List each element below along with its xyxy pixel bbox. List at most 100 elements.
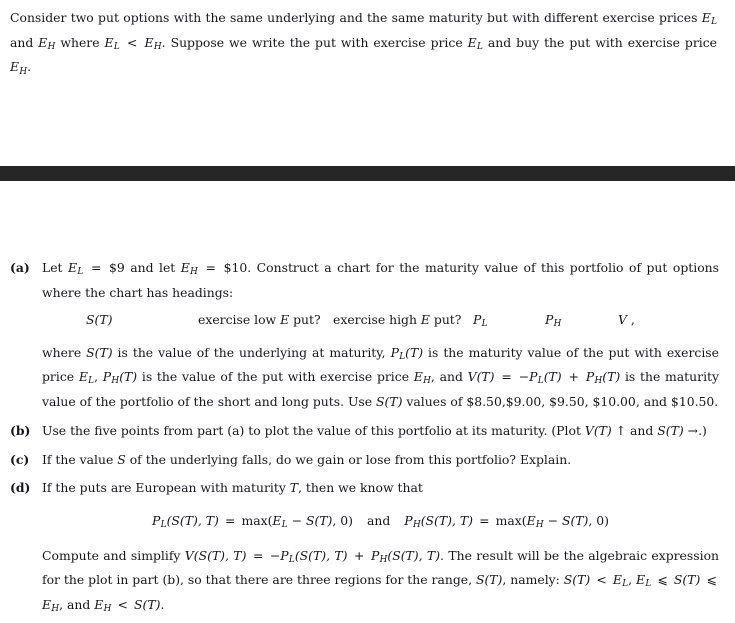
problem-item-d: (d) If the puts are European with maturi…: [10, 478, 719, 620]
where-pht-1: PH(T): [102, 369, 138, 387]
b-text-3: .): [698, 423, 707, 439]
eq-ph: PH(S(T), T): [404, 512, 473, 531]
c-text-1: If the value: [42, 452, 118, 468]
problem-label-b: (b): [10, 423, 31, 439]
a-equals-2: =: [200, 260, 222, 275]
region3-st: S(T): [134, 596, 161, 612]
symbol-e-low-2: EL: [104, 34, 120, 52]
where-plt-1: PL(T): [390, 344, 424, 362]
where-minus: −: [518, 369, 530, 385]
eq-minus-1: −: [287, 512, 306, 528]
intro-paragraph: Consider two put options with the same u…: [10, 8, 717, 82]
intro-text-6: .: [27, 59, 32, 75]
symbol-e-low-3: EL: [467, 34, 483, 52]
region2-el: EL: [636, 572, 652, 590]
document-page: Consider two put options with the same u…: [0, 0, 735, 623]
region1-st: S(T): [563, 572, 591, 588]
close-plus: +: [349, 547, 369, 563]
eq-el: EL: [272, 512, 288, 531]
where-text-1: where: [42, 344, 87, 360]
a-text-2: and let: [124, 260, 181, 275]
problem-body-c: If the value S of the underlying falls, …: [42, 450, 719, 470]
intro-text-4: . Suppose we write the put with exercise…: [161, 34, 468, 50]
close-text-1: Compute and simplify: [42, 547, 185, 563]
problem-body-b: Use the five points from part (a) to plo…: [42, 421, 719, 441]
heading-v: V ,: [618, 311, 635, 327]
where-plus: +: [563, 369, 584, 385]
eq-max-1: max: [241, 512, 268, 528]
close-equals: =: [248, 547, 268, 563]
heading-exercise-high-e-put: exercise high E put?: [333, 311, 462, 327]
region3-lt: <: [113, 596, 132, 612]
a-value-el: $9: [108, 260, 125, 275]
close-st: S(T): [475, 572, 503, 588]
d-closing-paragraph: Compute and simplify V(S(T), T) = −PL(S(…: [42, 546, 719, 620]
problem-item-a: (a) Let EL = $9 and let EH = $10. Constr…: [10, 258, 719, 412]
eq-max-2: max: [495, 512, 522, 528]
up-arrow-icon: ↑: [615, 423, 627, 439]
eq-minus-2: −: [543, 512, 562, 528]
where-text-6: , and: [430, 369, 468, 385]
eq-st-1: S(T): [305, 512, 333, 528]
eq-and-word: and: [366, 512, 391, 528]
region1-el: EL: [612, 572, 629, 590]
a-where-paragraph: where S(T) is the value of the underlyin…: [42, 343, 719, 413]
chart-headings-row: S(T) exercise low E put? exercise high E p…: [42, 310, 719, 335]
intro-text-3: where: [55, 34, 105, 50]
problem-label-d: (d): [10, 479, 31, 495]
where-el: EL: [78, 369, 95, 387]
b-text-1: Use the five points from part (a) to plo…: [42, 423, 585, 439]
eq-equals-2: =: [475, 512, 494, 528]
region1-lt: <: [592, 572, 611, 588]
b-symbol-st: S(T): [657, 423, 684, 439]
problem-item-b: (b) Use the five points from part (a) to…: [10, 421, 719, 441]
close-ph: PH(S(T), T): [370, 547, 441, 565]
where-text-8: values of $8.50,$9.00, $9.50, $10.00, an…: [402, 393, 719, 409]
intro-text-1: Consider two put options with the same u…: [10, 10, 702, 25]
close-text-3: , namely:: [502, 572, 564, 588]
b-symbol-vt: V(T): [584, 423, 612, 439]
heading-s-of-t: S(T): [86, 311, 113, 327]
where-text-4: ,: [94, 369, 103, 385]
where-st-1: S(T): [86, 344, 113, 360]
d-text-2: , then we know that: [298, 479, 423, 495]
b-text-2: and: [626, 423, 658, 439]
region3-eh: EH: [94, 596, 112, 615]
region2-eh: EH: [42, 596, 60, 615]
eq-zero-1: , 0): [332, 512, 353, 528]
a-text-1: Let: [42, 260, 69, 275]
region2-le-2: ⩽: [702, 572, 717, 588]
eq-equals-1: =: [221, 512, 240, 528]
heading-exercise-low-e-put: exercise low E put?: [198, 311, 321, 327]
black-separator-band: [0, 166, 735, 181]
d-symbol-t: T: [289, 479, 299, 495]
where-st-2: S(T): [376, 393, 403, 409]
close-pl: PL(S(T), T): [280, 547, 348, 565]
problem-label-a: (a): [10, 260, 30, 275]
region2-le-1: ⩽: [653, 572, 672, 588]
eq-eh: EH: [526, 512, 544, 531]
problem-label-c: (c): [10, 452, 30, 468]
where-pht-2: PH(T): [585, 369, 621, 387]
where-eh: EH: [413, 369, 431, 387]
eq-pl: PL(S(T), T): [152, 512, 219, 531]
where-text-2: is the value of the underlying at maturi…: [112, 344, 391, 360]
intro-text-2: and: [10, 34, 39, 50]
intro-text-5: and buy the put with exercise price: [482, 34, 717, 50]
region-period: .: [160, 596, 165, 612]
a-symbol-el: EL: [68, 260, 84, 278]
where-plt-2: PL(T): [529, 369, 562, 387]
symbol-e-high-2: EH: [144, 34, 162, 52]
problem-body-d: If the puts are European with maturity T…: [42, 478, 719, 620]
symbol-e-high-1: EH: [38, 34, 56, 52]
region2-st: S(T): [673, 572, 701, 588]
heading-p-low: PL: [473, 311, 488, 330]
region-comma-2: , and: [59, 596, 95, 612]
d-display-equation: PL(S(T), T) = max(EL − S(T), 0) and PH(S(T…: [42, 511, 719, 536]
less-than-operator-1: <: [122, 34, 143, 50]
a-equals-1: =: [85, 260, 107, 275]
where-vt: V(T): [467, 369, 495, 385]
problem-item-c: (c) If the value S of the underlying fal…: [10, 450, 719, 470]
c-text-2: of the underlying falls, do we gain or l…: [125, 452, 572, 468]
close-v: V(S(T), T): [184, 547, 247, 563]
